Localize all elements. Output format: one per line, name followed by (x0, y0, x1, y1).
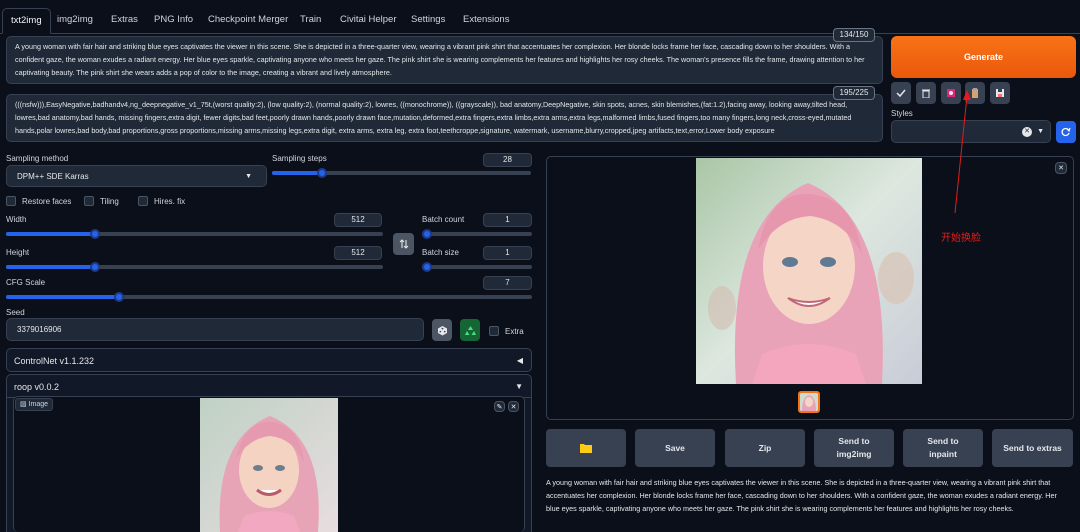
annotation-arrow (954, 90, 971, 214)
close-icon[interactable]: ✕ (1055, 162, 1067, 174)
tiling-checkbox[interactable]: Tiling (84, 196, 119, 206)
tab-train[interactable]: Train (300, 8, 321, 34)
hires-fix-checkbox[interactable]: Hires. fix (138, 196, 185, 206)
controlnet-accordion[interactable]: ControlNet v1.1.232 ◀ (6, 348, 532, 372)
image-label: Image (28, 401, 49, 408)
sampling-method-label: Sampling method (6, 154, 69, 163)
save-button[interactable]: Save (635, 429, 715, 467)
generation-info-text: A young woman with fair hair and strikin… (546, 478, 1057, 513)
clear-icon[interactable]: ✕ (1022, 127, 1032, 137)
annotation-text: 开始换脸 (941, 233, 981, 244)
width-slider[interactable] (6, 227, 383, 241)
batch-count-label: Batch count (422, 215, 465, 224)
source-portrait-image (200, 398, 338, 532)
restore-faces-label: Restore faces (22, 196, 72, 206)
sampling-steps-input[interactable]: 28 (483, 153, 532, 167)
negative-prompt-input[interactable]: (((nsfw))),EasyNegative,badhandv4,ng_dee… (6, 94, 883, 142)
tab-settings[interactable]: Settings (411, 8, 445, 34)
tab-png-info[interactable]: PNG Info (154, 8, 193, 34)
seed-label: Seed (6, 308, 25, 317)
sampling-steps-slider[interactable] (272, 166, 531, 180)
restore-faces-checkbox[interactable]: Restore faces (6, 196, 71, 206)
tab-txt2img[interactable]: txt2img (2, 8, 51, 34)
width-input[interactable]: 512 (334, 213, 382, 227)
controlnet-title: ControlNet v1.1.232 (14, 356, 95, 366)
cfg-scale-input[interactable]: 7 (483, 276, 532, 290)
seed-input[interactable]: 3379016906 (6, 318, 424, 341)
tab-checkpoint-merger[interactable]: Checkpoint Merger (208, 8, 288, 34)
dice-icon[interactable] (432, 319, 452, 341)
height-input[interactable]: 512 (334, 246, 382, 260)
width-label: Width (6, 215, 27, 224)
chevron-down-icon: ▼ (245, 173, 252, 180)
save-icon[interactable] (990, 82, 1010, 104)
batch-size-label: Batch size (422, 248, 459, 257)
gallery-thumbnail[interactable] (798, 391, 820, 413)
generate-button[interactable]: Generate (891, 36, 1076, 78)
styles-label: Styles (891, 109, 913, 118)
image-icon: ▨ (20, 401, 27, 408)
tab-civitai-helper[interactable]: Civitai Helper (340, 8, 397, 34)
open-folder-button[interactable] (546, 429, 626, 467)
zip-button[interactable]: Zip (725, 429, 805, 467)
prompt-token-counter: 134/150 (833, 28, 875, 42)
batch-count-input[interactable]: 1 (483, 213, 532, 227)
hires-fix-label: Hires. fix (154, 196, 186, 206)
tab-extras[interactable]: Extras (111, 8, 138, 34)
tab-bar: txt2img img2img Extras PNG Info Checkpoi… (0, 8, 1080, 34)
chevron-down-icon: ▼ (1037, 128, 1044, 135)
cfg-scale-slider[interactable] (6, 290, 532, 304)
caret-left-icon: ◀ (516, 356, 523, 365)
batch-size-input[interactable]: 1 (483, 246, 532, 260)
batch-count-slider[interactable] (422, 227, 532, 241)
batch-size-slider[interactable] (422, 260, 532, 274)
sampling-steps-label: Sampling steps (272, 154, 327, 163)
sampling-method-value: DPM++ SDE Karras (17, 172, 89, 181)
prompt-input[interactable]: A young woman with fair hair and strikin… (6, 36, 883, 84)
swap-icon[interactable] (393, 233, 414, 255)
send-to-extras-button[interactable]: Send to extras (992, 429, 1073, 467)
refresh-icon[interactable] (1056, 121, 1076, 143)
recycle-icon[interactable] (460, 319, 480, 341)
seed-value: 3379016906 (17, 325, 62, 334)
extra-checkbox[interactable]: Extra (489, 326, 524, 336)
tiling-label: Tiling (100, 196, 119, 206)
folder-icon (580, 444, 592, 453)
negative-token-counter: 195/225 (833, 86, 875, 100)
close-icon[interactable]: ✕ (508, 401, 519, 412)
tab-img2img[interactable]: img2img (57, 8, 93, 34)
cfg-scale-label: CFG Scale (6, 278, 46, 287)
generated-image[interactable] (696, 158, 922, 384)
check-icon[interactable] (891, 82, 911, 104)
height-slider[interactable] (6, 260, 383, 274)
roop-accordion[interactable]: roop v0.0.2 ▼ (6, 374, 532, 398)
image-label-badge: ▨ Image (15, 398, 54, 411)
tab-extensions[interactable]: Extensions (463, 8, 509, 34)
trash-icon[interactable] (916, 82, 936, 104)
sampling-method-dropdown[interactable]: DPM++ SDE Karras ▼ (6, 165, 267, 187)
height-label: Height (6, 248, 30, 257)
send-to-inpaint-button[interactable]: Send to inpaint (903, 429, 983, 467)
extra-label: Extra (505, 326, 524, 336)
pencil-icon[interactable]: ✎ (494, 401, 505, 412)
send-to-img2img-button[interactable]: Send to img2img (814, 429, 894, 467)
roop-title: roop v0.0.2 (14, 382, 60, 392)
